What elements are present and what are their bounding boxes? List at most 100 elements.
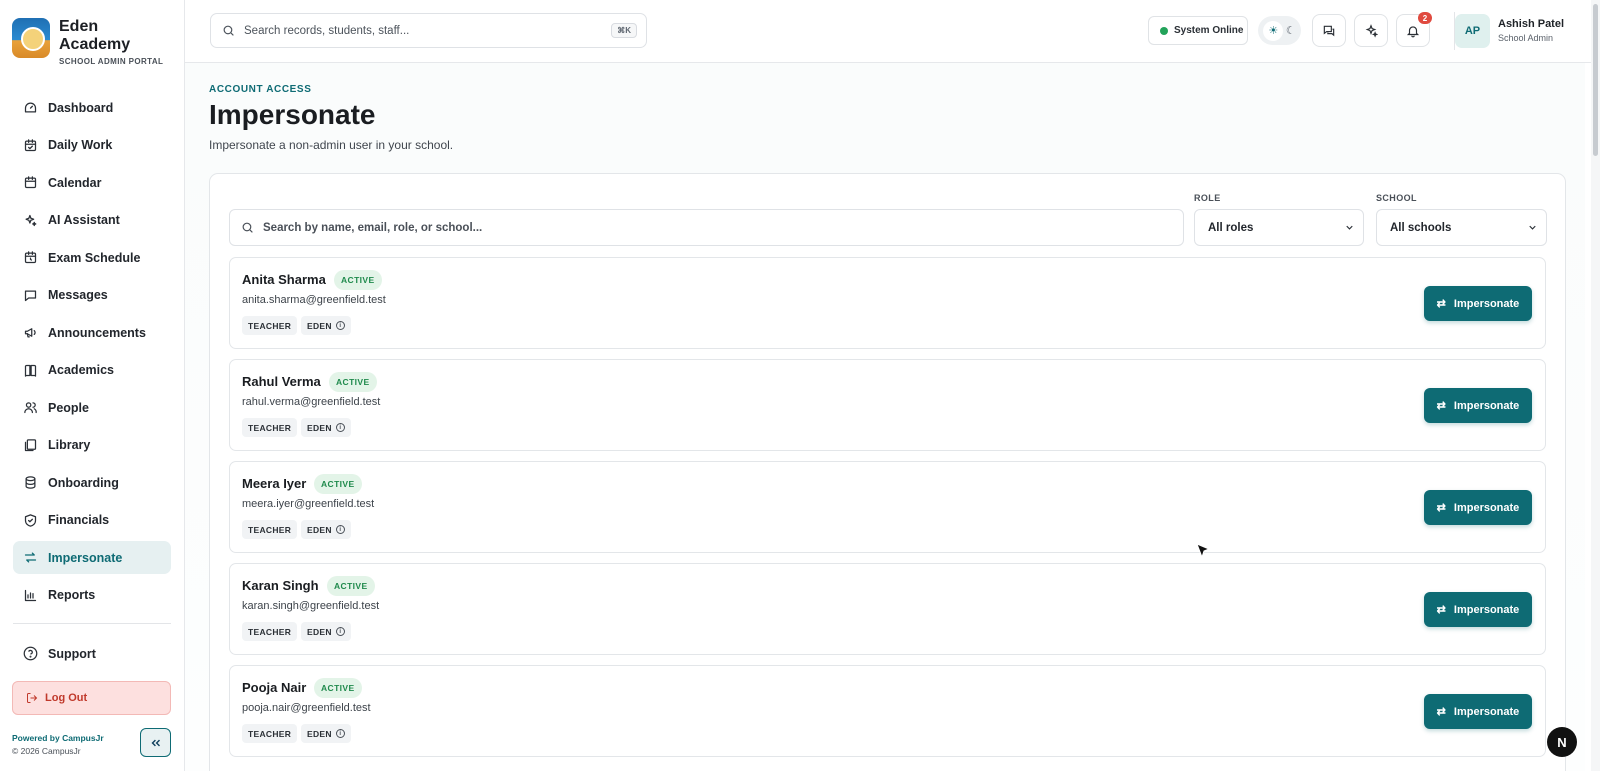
user-search-placeholder: Search by name, email, role, or school..… — [263, 221, 483, 234]
system-status-badge: System Online — [1148, 16, 1248, 45]
chevron-down-icon — [1527, 222, 1538, 236]
sidebar-item-label: AI Assistant — [48, 213, 120, 227]
info-icon[interactable]: i — [335, 729, 345, 738]
floating-action-button[interactable]: N — [1547, 727, 1577, 757]
users-icon — [22, 400, 38, 416]
impersonate-button-label: Impersonate — [1453, 705, 1520, 718]
impersonate-button[interactable]: ⇄ Impersonate — [1424, 490, 1532, 525]
avatar[interactable]: AP — [1455, 14, 1490, 48]
role-tag: TEACHER — [242, 724, 298, 743]
user-name: Karan Singh — [242, 578, 319, 593]
status-badge: ACTIVE — [314, 474, 362, 494]
info-icon[interactable]: i — [335, 423, 345, 432]
sidebar-item-impersonate[interactable]: Impersonate — [13, 541, 171, 574]
status-label: System Online — [1174, 25, 1244, 36]
sidebar-item-dashboard[interactable]: Dashboard — [13, 91, 171, 124]
school-tag-label: EDEN — [307, 524, 332, 535]
school-tag: EDEN i — [301, 724, 351, 743]
search-icon — [222, 24, 235, 37]
impersonate-button-label: Impersonate — [1453, 603, 1520, 616]
user-name: Rahul Verma — [242, 374, 321, 389]
sun-icon[interactable]: ☀ — [1263, 20, 1284, 41]
sidebar-item-announcements[interactable]: Announcements — [13, 316, 171, 349]
global-search-input[interactable]: Search records, students, staff... ⌘K — [210, 13, 647, 48]
user-email: pooja.nair@greenfield.test — [242, 702, 371, 714]
notifications-button[interactable]: 2 — [1396, 12, 1432, 47]
sidebar-item-label: Reports — [48, 588, 96, 602]
calendar-check-icon — [22, 137, 38, 153]
brand[interactable]: Eden Academy SCHOOL ADMIN PORTAL — [12, 18, 163, 66]
impersonate-button[interactable]: ⇄ Impersonate — [1424, 592, 1532, 627]
sidebar-item-label: People — [48, 400, 89, 415]
school-filter-value: All schools — [1390, 221, 1452, 234]
school-logo — [12, 18, 50, 58]
book-icon — [22, 362, 38, 378]
impersonate-button-label: Impersonate — [1453, 297, 1520, 310]
role-filter-select[interactable]: All roles — [1194, 209, 1364, 246]
user-email: karan.singh@greenfield.test — [242, 600, 380, 612]
role-tag: TEACHER — [242, 520, 298, 539]
search-shortcut: ⌘K — [611, 23, 637, 38]
status-badge: ACTIVE — [334, 270, 382, 290]
top-header: Search records, students, staff... ⌘K Sy… — [185, 0, 1600, 63]
sidebar-item-daily-work[interactable]: Daily Work — [13, 129, 171, 162]
user-name[interactable]: Ashish Patel — [1498, 18, 1564, 30]
logout-icon — [26, 692, 38, 704]
sidebar-item-exam-schedule[interactable]: Exam Schedule — [13, 241, 171, 274]
user-card: Karan Singh ACTIVE karan.singh@greenfield.… — [229, 563, 1546, 655]
user-search-input[interactable]: Search by name, email, role, or school..… — [229, 209, 1184, 246]
calendar-icon — [22, 175, 38, 191]
school-tag-label: EDEN — [307, 626, 332, 637]
logout-button[interactable]: Log Out — [12, 681, 171, 715]
impersonate-button-label: Impersonate — [1453, 399, 1520, 412]
info-icon[interactable]: i — [335, 627, 345, 636]
sidebar-item-label: Onboarding — [48, 475, 119, 490]
sidebar-item-support[interactable]: Support — [13, 637, 171, 675]
theme-toggle[interactable]: ☀ ☾ — [1258, 16, 1301, 45]
school-filter-label: SCHOOL — [1376, 193, 1417, 203]
collapse-sidebar-button[interactable] — [140, 728, 171, 757]
sidebar-item-label: Support — [48, 646, 96, 661]
user-card: Rahul Verma ACTIVE rahul.verma@greenfield.… — [229, 359, 1546, 451]
school-tag: EDEN i — [301, 622, 351, 641]
sidebar-item-onboarding[interactable]: Onboarding — [13, 466, 171, 499]
impersonate-button[interactable]: ⇄ Impersonate — [1424, 694, 1532, 729]
sidebar-item-academics[interactable]: Academics — [13, 354, 171, 387]
sidebar-item-calendar[interactable]: Calendar — [13, 166, 171, 199]
sidebar-item-library[interactable]: Library — [13, 429, 171, 462]
sidebar-item-label: Library — [48, 438, 91, 452]
scrollbar-thumb[interactable] — [1593, 4, 1598, 156]
info-icon[interactable]: i — [335, 321, 345, 330]
ai-button[interactable] — [1354, 14, 1388, 47]
bell-icon — [1406, 24, 1420, 38]
sidebar-item-label: Dashboard — [48, 100, 114, 115]
sparkles-icon — [22, 212, 38, 228]
info-icon[interactable]: i — [335, 525, 345, 534]
search-placeholder: Search records, students, staff... — [244, 24, 410, 37]
sidebar-item-ai-assistant[interactable]: AI Assistant — [13, 204, 171, 237]
messages-button[interactable] — [1312, 14, 1346, 47]
sidebar-item-people[interactable]: People — [13, 391, 171, 424]
sidebar-item-messages[interactable]: Messages — [13, 279, 171, 312]
powered-by[interactable]: Powered by CampusJr — [12, 733, 104, 743]
swap-icon: ⇄ — [1436, 400, 1446, 412]
impersonate-button[interactable]: ⇄ Impersonate — [1424, 388, 1532, 423]
status-badge: ACTIVE — [329, 372, 377, 392]
impersonate-button[interactable]: ⇄ Impersonate — [1424, 286, 1532, 321]
sidebar-item-label: Messages — [48, 288, 108, 302]
impersonate-panel: Search by name, email, role, or school..… — [209, 173, 1566, 771]
swap-icon: ⇄ — [1436, 298, 1446, 310]
page-eyebrow: ACCOUNT ACCESS — [209, 84, 312, 95]
shield-icon — [22, 512, 38, 528]
user-card: Pooja Nair ACTIVE pooja.nair@greenfield.te… — [229, 665, 1546, 757]
user-card: Meera Iyer ACTIVE meera.iyer@greenfield.te… — [229, 461, 1546, 553]
status-badge: ACTIVE — [314, 678, 362, 698]
chevrons-left-icon — [149, 736, 163, 750]
user-name: Pooja Nair — [242, 680, 307, 695]
sidebar-item-reports[interactable]: Reports — [13, 579, 171, 612]
sidebar-item-label: Announcements — [48, 325, 146, 340]
sidebar-item-financials[interactable]: Financials — [13, 504, 171, 537]
moon-icon[interactable]: ☾ — [1286, 24, 1296, 37]
school-filter-select[interactable]: All schools — [1376, 209, 1547, 246]
search-icon — [241, 221, 254, 234]
